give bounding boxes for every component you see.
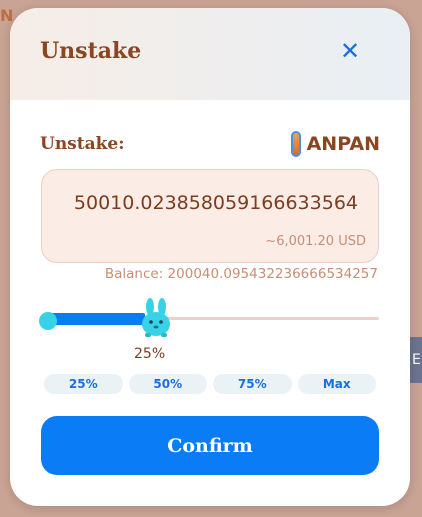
anpan-token-icon: [290, 131, 301, 157]
confirm-button[interactable]: Confirm: [41, 416, 379, 475]
unstake-label: Unstake:: [40, 134, 125, 154]
quick-button-25[interactable]: 25%: [44, 374, 123, 394]
modal-header: Unstake ✕: [10, 8, 410, 100]
background-hint-right: E: [410, 337, 422, 383]
slider-fill: [45, 313, 145, 325]
quick-button-max[interactable]: Max: [297, 374, 376, 394]
slider-start-thumb: [39, 312, 57, 330]
usd-value: ~6,001.20 USD: [265, 234, 366, 249]
bunny-thumb-icon[interactable]: [139, 298, 173, 338]
unstake-modal: Unstake ✕ Unstake: ANPAN ~6,001.20 USD B…: [10, 8, 410, 506]
amount-slider[interactable]: [39, 298, 379, 338]
amount-input-box: ~6,001.20 USD: [41, 169, 379, 263]
close-icon: ✕: [339, 38, 361, 65]
close-button[interactable]: ✕: [336, 38, 364, 66]
quick-percent-buttons: 25% 50% 75% Max: [44, 374, 376, 394]
slider-percent-label: 25%: [134, 346, 166, 362]
quick-button-75[interactable]: 75%: [213, 374, 292, 394]
token-indicator: ANPAN: [290, 131, 380, 157]
unstake-row: Unstake: ANPAN: [40, 131, 380, 157]
balance-text: Balance: 200040.095432236666534257: [104, 266, 378, 282]
modal-title: Unstake: [40, 38, 142, 64]
token-symbol: ANPAN: [306, 133, 380, 155]
quick-button-50[interactable]: 50%: [128, 374, 207, 394]
amount-input[interactable]: [68, 192, 358, 214]
